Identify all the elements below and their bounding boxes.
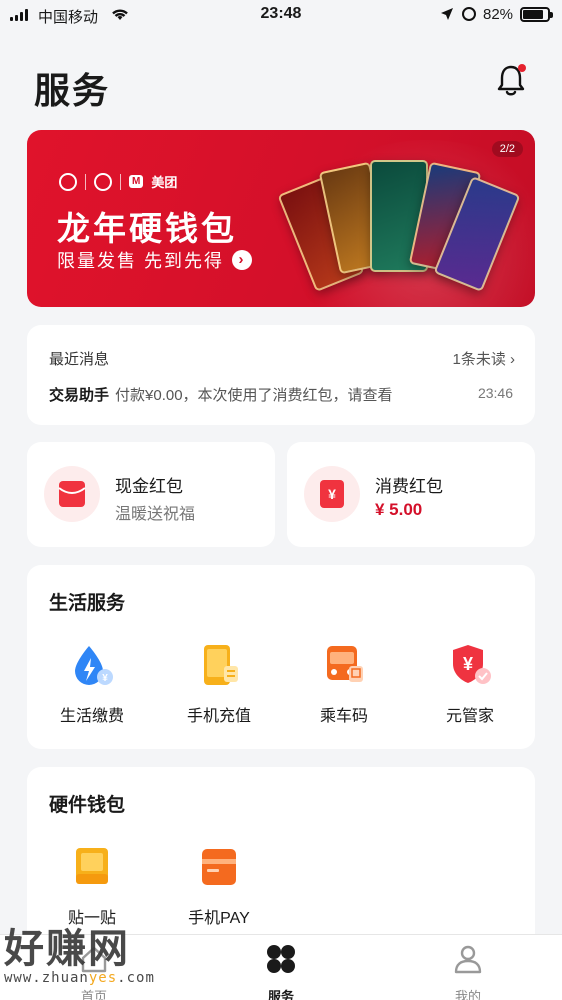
- meituan-logo-icon: M: [129, 175, 144, 188]
- cash-red-packet-card[interactable]: 现金红包 温暖送祝福: [27, 442, 275, 547]
- rotation-lock-icon: [462, 7, 476, 21]
- red-envelope-icon: [44, 466, 100, 522]
- consumer-red-packet-amount: ¥ 5.00: [375, 500, 423, 519]
- banner-subtitle: 限量发售 先到先得 ›: [57, 247, 253, 273]
- chevron-right-icon: ›: [232, 250, 253, 270]
- location-arrow-icon: [441, 8, 453, 20]
- service-yuan-steward[interactable]: ¥ 元管家: [415, 640, 525, 726]
- bus-code-icon: [319, 640, 369, 690]
- unread-count-link[interactable]: 1条未读 ›: [452, 348, 515, 369]
- partner-logos: M 美团: [59, 172, 177, 191]
- consumer-red-packet-title: 消费红包: [375, 477, 443, 496]
- phone-pay-icon: [194, 842, 244, 892]
- shield-yuan-icon: ¥: [445, 640, 495, 690]
- cash-red-packet-subtitle: 温暖送祝福: [115, 506, 196, 523]
- profile-icon: [454, 945, 482, 974]
- service-label: 乘车码: [319, 708, 368, 725]
- cash-red-packet-title: 现金红包: [115, 477, 183, 496]
- message-sender: 交易助手: [49, 387, 110, 404]
- page-title: 服务: [34, 70, 111, 111]
- battery-percent: 82%: [483, 6, 514, 23]
- promo-banner[interactable]: M 美团 龙年硬钱包 限量发售 先到先得 › 2/2: [27, 130, 535, 307]
- service-phone-pay[interactable]: 手机PAY: [164, 842, 274, 928]
- status-bar: 中国移动 23:48 82%: [0, 0, 562, 30]
- life-services-section: 生活服务 ¥ 生活缴费 手机充值 乘车码 ¥ 元管家: [27, 565, 535, 749]
- svg-text:¥: ¥: [463, 654, 473, 674]
- service-bus-code[interactable]: 乘车码: [289, 640, 399, 726]
- message-time: 23:46: [477, 385, 513, 401]
- consumer-red-packet-card[interactable]: ¥ 消费红包 ¥ 5.00: [287, 442, 535, 547]
- watermark-brand: 好赚网: [4, 925, 130, 972]
- tab-services[interactable]: 服务: [231, 943, 331, 1000]
- message-content: 付款¥0.00，本次使用了消费红包，请查看: [115, 387, 393, 404]
- tab-label: 首页: [80, 989, 107, 1000]
- banner-pager: 2/2: [491, 141, 523, 157]
- meituan-logo-text: 美团: [151, 175, 178, 190]
- service-label: 手机充值: [186, 708, 251, 725]
- svg-text:¥: ¥: [102, 673, 108, 684]
- voucher-icon: ¥: [304, 466, 360, 522]
- phone-topup-icon: [194, 640, 244, 690]
- utility-bill-icon: ¥: [67, 640, 117, 690]
- section-title: 硬件钱包: [49, 795, 126, 816]
- service-utility-bill[interactable]: ¥ 生活缴费: [37, 640, 147, 726]
- messages-heading: 最近消息: [49, 351, 110, 368]
- service-label: 元管家: [445, 708, 494, 725]
- battery-icon: [520, 7, 553, 22]
- ecny-logo-icon: [59, 172, 77, 191]
- svg-text:¥: ¥: [328, 486, 336, 502]
- watermark-url: www.zhuanyes.com: [4, 970, 155, 986]
- recent-messages-card[interactable]: 最近消息 1条未读 › 交易助手 付款¥0.00，本次使用了消费红包，请查看 23…: [27, 325, 535, 425]
- service-phone-topup[interactable]: 手机充值: [164, 640, 274, 726]
- notification-dot: [518, 64, 526, 72]
- hardware-wallet-section: 硬件钱包 贴一贴 手机PAY: [27, 767, 535, 937]
- tab-profile[interactable]: 我的: [418, 943, 518, 1000]
- tab-label: 我的: [454, 989, 481, 1000]
- chevron-right-icon: ›: [510, 351, 515, 368]
- service-label: 生活缴费: [59, 708, 124, 725]
- bank-of-china-logo-icon: [94, 172, 112, 191]
- tap-card-icon: [67, 842, 117, 892]
- tab-label: 服务: [267, 989, 294, 1000]
- banner-title: 龙年硬钱包: [57, 210, 237, 247]
- services-grid-icon: [267, 945, 295, 973]
- clock: 23:48: [260, 5, 302, 22]
- watermark: 好赚网 www.zhuanyes.com: [4, 916, 155, 986]
- bell-icon[interactable]: [494, 62, 528, 98]
- section-title: 生活服务: [49, 593, 126, 614]
- message-preview: 交易助手 付款¥0.00，本次使用了消费红包，请查看: [49, 384, 393, 405]
- service-label: 手机PAY: [188, 910, 250, 927]
